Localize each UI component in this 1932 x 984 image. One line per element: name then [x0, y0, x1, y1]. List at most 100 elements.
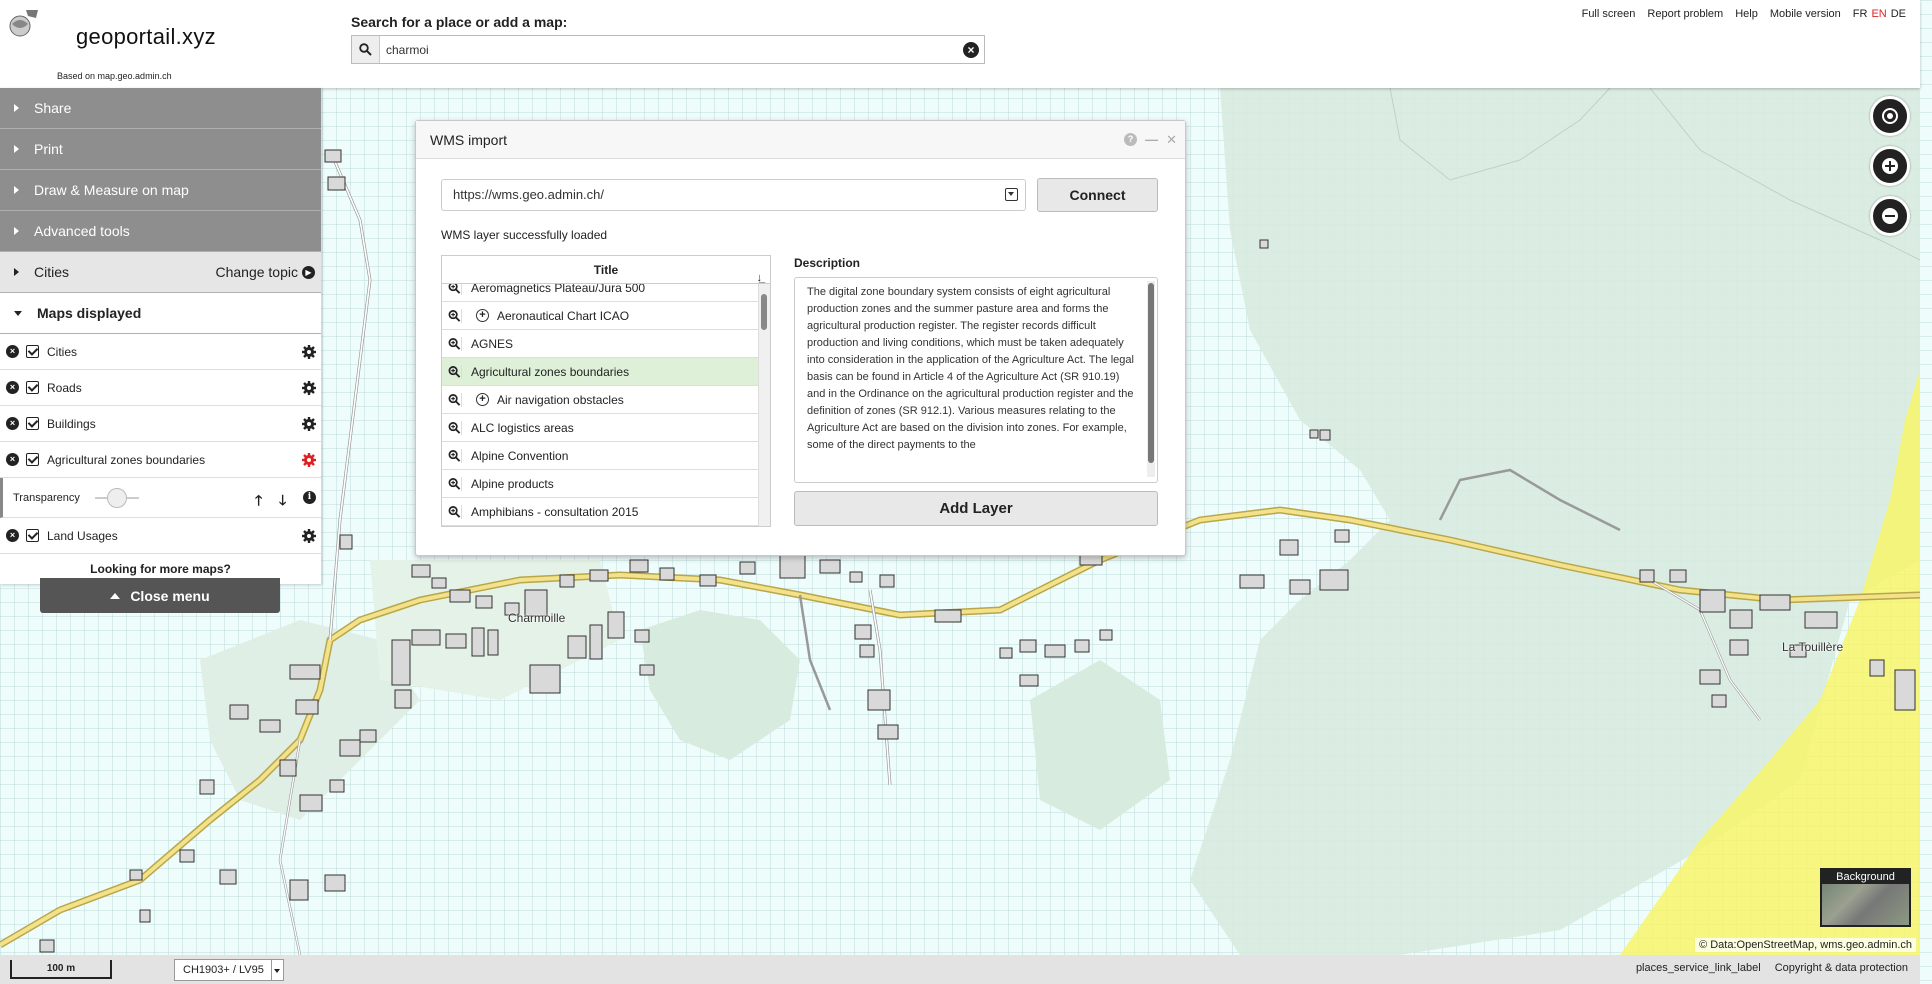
layer-visibility-checkbox[interactable]	[26, 345, 39, 358]
globe-logo-icon[interactable]	[6, 6, 40, 40]
sidebar-print-label: Print	[34, 141, 63, 157]
wms-layer-row[interactable]: Amphibians - consultation 2015	[442, 498, 758, 526]
minimize-icon[interactable]: —	[1145, 132, 1158, 147]
wms-layer-label: ALC logistics areas	[471, 420, 574, 435]
fullscreen-link[interactable]: Full screen	[1582, 8, 1636, 20]
wms-layer-row[interactable]: Alpine Convention	[442, 442, 758, 470]
wms-layer-row[interactable]: AGNES	[442, 330, 758, 358]
description-scrollbar[interactable]	[1147, 281, 1155, 477]
zoom-to-layer-icon[interactable]	[448, 392, 462, 407]
gear-icon-active[interactable]	[302, 453, 316, 467]
title-column-header: Title	[593, 263, 619, 277]
help-icon[interactable]: ?	[1124, 133, 1138, 146]
projection-select[interactable]: CH1903+ / LV95	[174, 959, 284, 981]
zoom-to-layer-icon[interactable]	[448, 336, 462, 351]
gear-icon[interactable]	[302, 345, 316, 359]
map-attribution[interactable]: © Data:OpenStreetMap, wms.geo.admin.ch	[1695, 938, 1916, 952]
remove-layer-icon[interactable]: ×	[6, 453, 19, 466]
lang-de[interactable]: DE	[1891, 8, 1906, 20]
chevron-down-icon	[271, 960, 281, 980]
background-selector[interactable]: Background	[1820, 868, 1911, 927]
help-link[interactable]: Help	[1735, 8, 1758, 20]
caret-up-icon	[110, 592, 121, 599]
wms-layer-row[interactable]: Agricultural zones boundaries	[442, 358, 758, 386]
remove-layer-icon[interactable]: ×	[6, 417, 19, 430]
report-problem-link[interactable]: Report problem	[1647, 8, 1723, 20]
geolocate-button[interactable]	[1870, 96, 1910, 136]
remove-layer-icon[interactable]: ×	[6, 345, 19, 358]
add-layer-button[interactable]: Add Layer	[794, 491, 1158, 526]
zoom-to-layer-icon[interactable]	[448, 308, 462, 323]
zoom-to-layer-icon[interactable]	[448, 364, 462, 379]
lang-en[interactable]: EN	[1871, 8, 1886, 20]
transparency-label: Transparency	[13, 491, 80, 504]
wms-layer-row[interactable]: + Aeronautical Chart ICAO	[442, 302, 758, 330]
wms-layer-row[interactable]: + Air navigation obstacles	[442, 386, 758, 414]
connect-button[interactable]: Connect	[1037, 178, 1158, 212]
wms-dialog-header[interactable]: WMS import ? — ✕	[416, 121, 1185, 159]
mobile-version-link[interactable]: Mobile version	[1770, 8, 1841, 20]
zoom-to-layer-icon[interactable]	[448, 420, 462, 435]
layer-visibility-checkbox[interactable]	[26, 453, 39, 466]
scale-bar: 100 m	[10, 960, 112, 979]
place-label-charmoille: Charmoille	[508, 611, 566, 625]
wms-url-input[interactable]: https://wms.geo.admin.ch/	[441, 179, 1026, 211]
wms-layer-label: Alpine Convention	[471, 448, 569, 463]
expand-icon[interactable]: +	[476, 309, 489, 322]
change-topic-button[interactable]: Change topic ▶	[215, 264, 315, 280]
sidebar-maps-displayed[interactable]: Maps displayed	[0, 293, 321, 334]
close-menu-button[interactable]: Close menu	[40, 578, 280, 613]
description-text: The digital zone boundary system consist…	[807, 286, 1134, 451]
wms-layer-table: Aeromagnetics Plateau/Jura 500 + Aeronauti…	[441, 255, 771, 527]
copyright-link[interactable]: Copyright & data protection	[1775, 962, 1908, 974]
table-scrollbar[interactable]	[758, 284, 770, 526]
sidebar-share[interactable]: Share	[0, 88, 321, 129]
sidebar-print[interactable]: Print	[0, 129, 321, 170]
layer-visibility-checkbox[interactable]	[26, 417, 39, 430]
lang-fr[interactable]: FR	[1853, 8, 1868, 20]
app-title[interactable]: geoportail.xyz	[76, 24, 216, 50]
change-topic-label: Change topic	[215, 264, 298, 280]
search-input[interactable]	[386, 40, 946, 59]
zoom-in-button[interactable]	[1870, 146, 1910, 186]
info-icon[interactable]: i	[303, 491, 316, 504]
table-scrollbar-thumb[interactable]	[761, 294, 767, 330]
description-scrollbar-thumb[interactable]	[1148, 283, 1154, 463]
description-label: Description	[794, 256, 861, 270]
close-icon[interactable]: ✕	[1166, 132, 1177, 148]
table-header[interactable]: Title ↓̲	[442, 256, 770, 284]
zoom-to-layer-icon[interactable]	[448, 476, 462, 491]
wms-layer-row[interactable]: Alpine products	[442, 470, 758, 498]
move-down-icon[interactable]: 🡓	[279, 490, 286, 514]
sidebar-topic[interactable]: Cities Change topic ▶	[0, 252, 321, 293]
sidebar-advanced-label: Advanced tools	[34, 223, 130, 239]
layer-label: Buildings	[47, 416, 96, 431]
gear-icon[interactable]	[302, 529, 316, 543]
expand-icon[interactable]: +	[476, 393, 489, 406]
gear-icon[interactable]	[302, 381, 316, 395]
remove-layer-icon[interactable]: ×	[6, 529, 19, 542]
plus-icon	[1882, 158, 1898, 174]
wms-layer-row[interactable]: ALC logistics areas	[442, 414, 758, 442]
gear-icon[interactable]	[302, 417, 316, 431]
layer-visibility-checkbox[interactable]	[26, 529, 39, 542]
sidebar-advanced-tools[interactable]: Advanced tools	[0, 211, 321, 252]
remove-layer-icon[interactable]: ×	[6, 381, 19, 394]
search-button[interactable]	[352, 36, 380, 63]
search-icon	[359, 43, 372, 56]
wms-import-dialog: WMS import ? — ✕ https://wms.geo.admin.c…	[415, 120, 1186, 556]
wms-layer-label: AGNES	[471, 336, 514, 351]
caret-down-icon	[14, 310, 22, 316]
dialog-controls: ? — ✕	[1124, 132, 1177, 148]
sidebar-menu: Share Print Draw & Measure on map Advanc…	[0, 88, 321, 584]
search-clear-icon[interactable]: ×	[963, 42, 979, 58]
places-service-link[interactable]: places_service_link_label	[1636, 962, 1761, 974]
zoom-to-layer-icon[interactable]	[448, 504, 462, 519]
transparency-slider-handle[interactable]	[107, 488, 127, 508]
zoom-out-button[interactable]	[1870, 196, 1910, 236]
move-up-icon[interactable]: 🡑	[255, 490, 262, 514]
zoom-to-layer-icon[interactable]	[448, 448, 462, 463]
sidebar-draw-measure[interactable]: Draw & Measure on map	[0, 170, 321, 211]
dropdown-icon[interactable]	[1005, 188, 1018, 201]
layer-visibility-checkbox[interactable]	[26, 381, 39, 394]
